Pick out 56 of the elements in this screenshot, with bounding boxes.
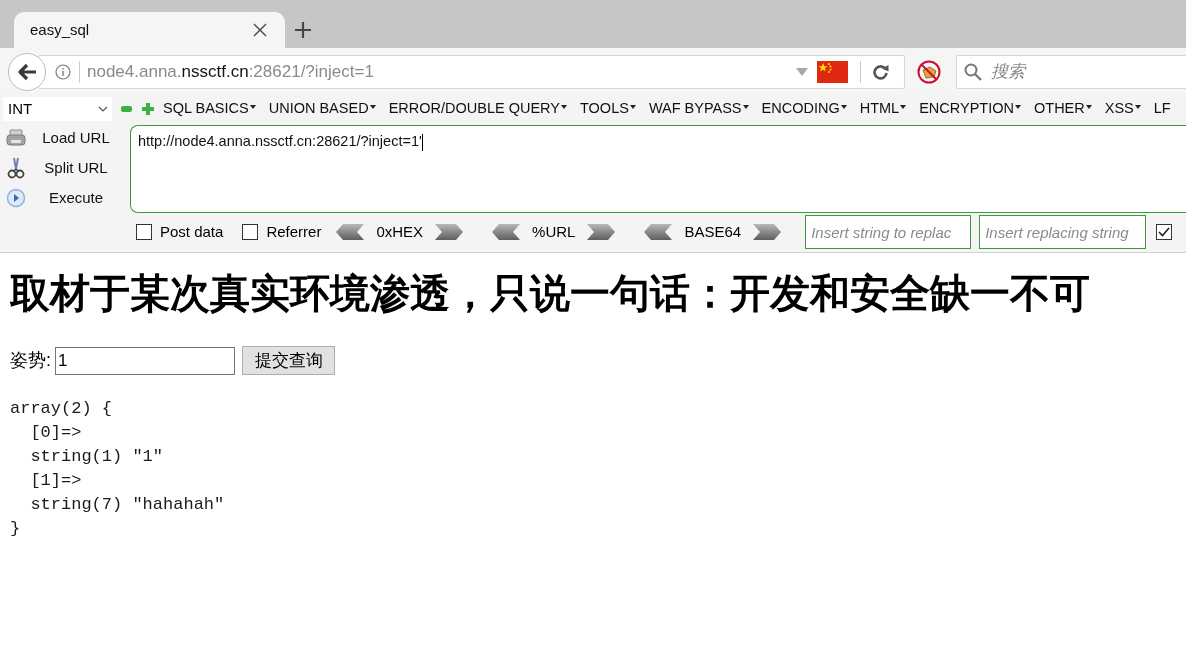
back-button[interactable]: [8, 52, 46, 91]
search-field[interactable]: 搜索: [956, 54, 1186, 89]
scissors-icon: [6, 157, 26, 179]
close-icon[interactable]: [253, 23, 267, 37]
replace-input[interactable]: Insert replacing string: [979, 215, 1147, 249]
chevron-right-icon[interactable]: [753, 224, 782, 240]
checkbox-label[interactable]: Post data: [160, 220, 224, 244]
menu-button[interactable]: UNION BASED: [268, 98, 376, 120]
chevron-right-icon[interactable]: [587, 224, 616, 240]
menu-button[interactable]: ERROR/DOUBLE QUERY: [388, 98, 567, 120]
flag-icon: [817, 60, 848, 83]
menu-button[interactable]: SQL BASICS: [163, 98, 256, 120]
page-heading: 取材于某次真实环境渗透，只说一句话：开发和安全缺一不可: [10, 270, 1090, 317]
text-cursor: [421, 133, 423, 151]
var-dump-output: array(2) { [0]=> string(1) "1" [1]=> string(7) "hahahah" }: [10, 398, 225, 540]
checkbox[interactable]: [242, 224, 259, 240]
address-bar[interactable]: node4.anna.nssctf.cn:28621/?inject=1: [38, 54, 905, 89]
reload-icon[interactable]: [872, 63, 889, 80]
search-icon: [964, 62, 982, 81]
encoder-label: 0xHEX: [376, 221, 424, 242]
submit-button[interactable]: 提交查询: [242, 346, 335, 375]
menu-button[interactable]: WAF BYPASS: [648, 98, 749, 120]
chevron-down-icon: [98, 106, 108, 112]
checkbox[interactable]: [136, 224, 152, 240]
chevron-left-icon[interactable]: [492, 224, 521, 240]
menu-button[interactable]: XSS: [1104, 98, 1141, 120]
arrow-left-icon: [17, 62, 37, 81]
menu-button[interactable]: ENCRYPTION: [919, 98, 1021, 120]
menu-button[interactable]: ENCODING: [761, 98, 847, 120]
chevron-left-icon[interactable]: [644, 224, 673, 240]
menu-button[interactable]: OTHER: [1034, 98, 1092, 120]
checkbox[interactable]: [1156, 224, 1173, 240]
chevron-right-icon[interactable]: [435, 224, 464, 240]
menu-button[interactable]: HTML: [859, 98, 907, 120]
info-icon[interactable]: [55, 63, 71, 80]
encoder-label: %URL: [532, 221, 576, 242]
action-button[interactable]: Execute: [0, 183, 130, 213]
text-input[interactable]: 1: [55, 346, 235, 375]
blocked-icon[interactable]: [917, 59, 941, 84]
action-button[interactable]: Split URL: [0, 153, 130, 183]
replace-input[interactable]: Insert string to replac: [805, 215, 972, 249]
chevron-left-icon[interactable]: [336, 224, 365, 240]
encoder-label: BASE64: [684, 221, 742, 242]
url-textarea[interactable]: http://node4.anna.nssctf.cn:28621/?inject=1': [130, 125, 1186, 213]
type-select[interactable]: INT: [3, 97, 112, 121]
plus-icon[interactable]: [142, 103, 154, 115]
action-button[interactable]: Load URL: [0, 123, 130, 153]
play-icon: [6, 188, 26, 208]
field-label: 姿势:: [10, 349, 51, 372]
new-tab-icon[interactable]: [295, 22, 311, 38]
menu-button[interactable]: TOOLS: [580, 98, 636, 120]
browser-tab[interactable]: easy_sql: [14, 12, 285, 48]
menu-button[interactable]: LF: [1153, 98, 1171, 120]
url-text: node4.anna.nssctf.cn:28621/?inject=1: [87, 60, 374, 83]
tray-icon: [6, 129, 26, 147]
checkbox-label[interactable]: Referrer: [266, 220, 322, 244]
